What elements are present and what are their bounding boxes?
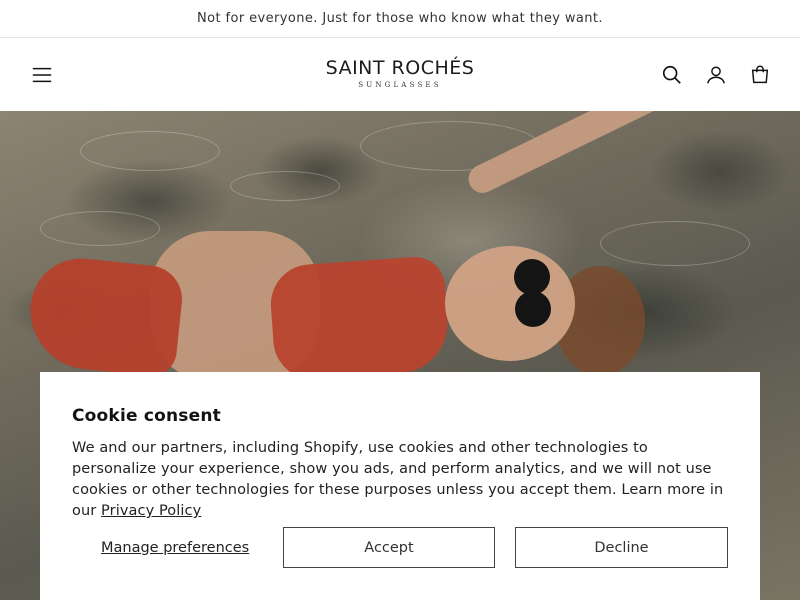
site-logo[interactable]: SAINT ROCHÉS SUNGLASSES (300, 58, 500, 89)
accept-button[interactable]: Accept (283, 527, 495, 568)
sunglasses-lens-icon (514, 259, 550, 295)
logo-wordmark: SAINT ROCHÉS (325, 57, 475, 79)
cookie-consent-banner: Cookie consent We and our partners, incl… (40, 372, 760, 600)
hero-figure-arm (463, 111, 710, 198)
site-header: SAINT ROCHÉS SUNGLASSES (0, 38, 800, 111)
account-icon[interactable] (704, 63, 728, 87)
announcement-bar: Not for everyone. Just for those who kno… (0, 0, 800, 38)
sunglasses-lens-icon (515, 291, 551, 327)
cookie-title: Cookie consent (72, 406, 221, 426)
menu-icon[interactable] (30, 63, 54, 87)
hero-swimsuit-bottom (24, 253, 186, 379)
hero-swimsuit-top (268, 255, 451, 382)
header-actions (660, 63, 772, 87)
manage-preferences-link[interactable]: Manage preferences (101, 527, 249, 568)
cookie-description: We and our partners, including Shopify, … (72, 438, 728, 522)
hero-figure-head (445, 246, 575, 361)
announcement-text: Not for everyone. Just for those who kno… (197, 11, 603, 26)
decline-button[interactable]: Decline (515, 527, 728, 568)
logo-tagline: SUNGLASSES (358, 81, 442, 89)
cookie-actions: Manage preferences Accept Decline (40, 527, 760, 568)
cart-icon[interactable] (748, 63, 772, 87)
search-icon[interactable] (660, 63, 684, 87)
privacy-policy-link[interactable]: Privacy Policy (101, 503, 201, 519)
